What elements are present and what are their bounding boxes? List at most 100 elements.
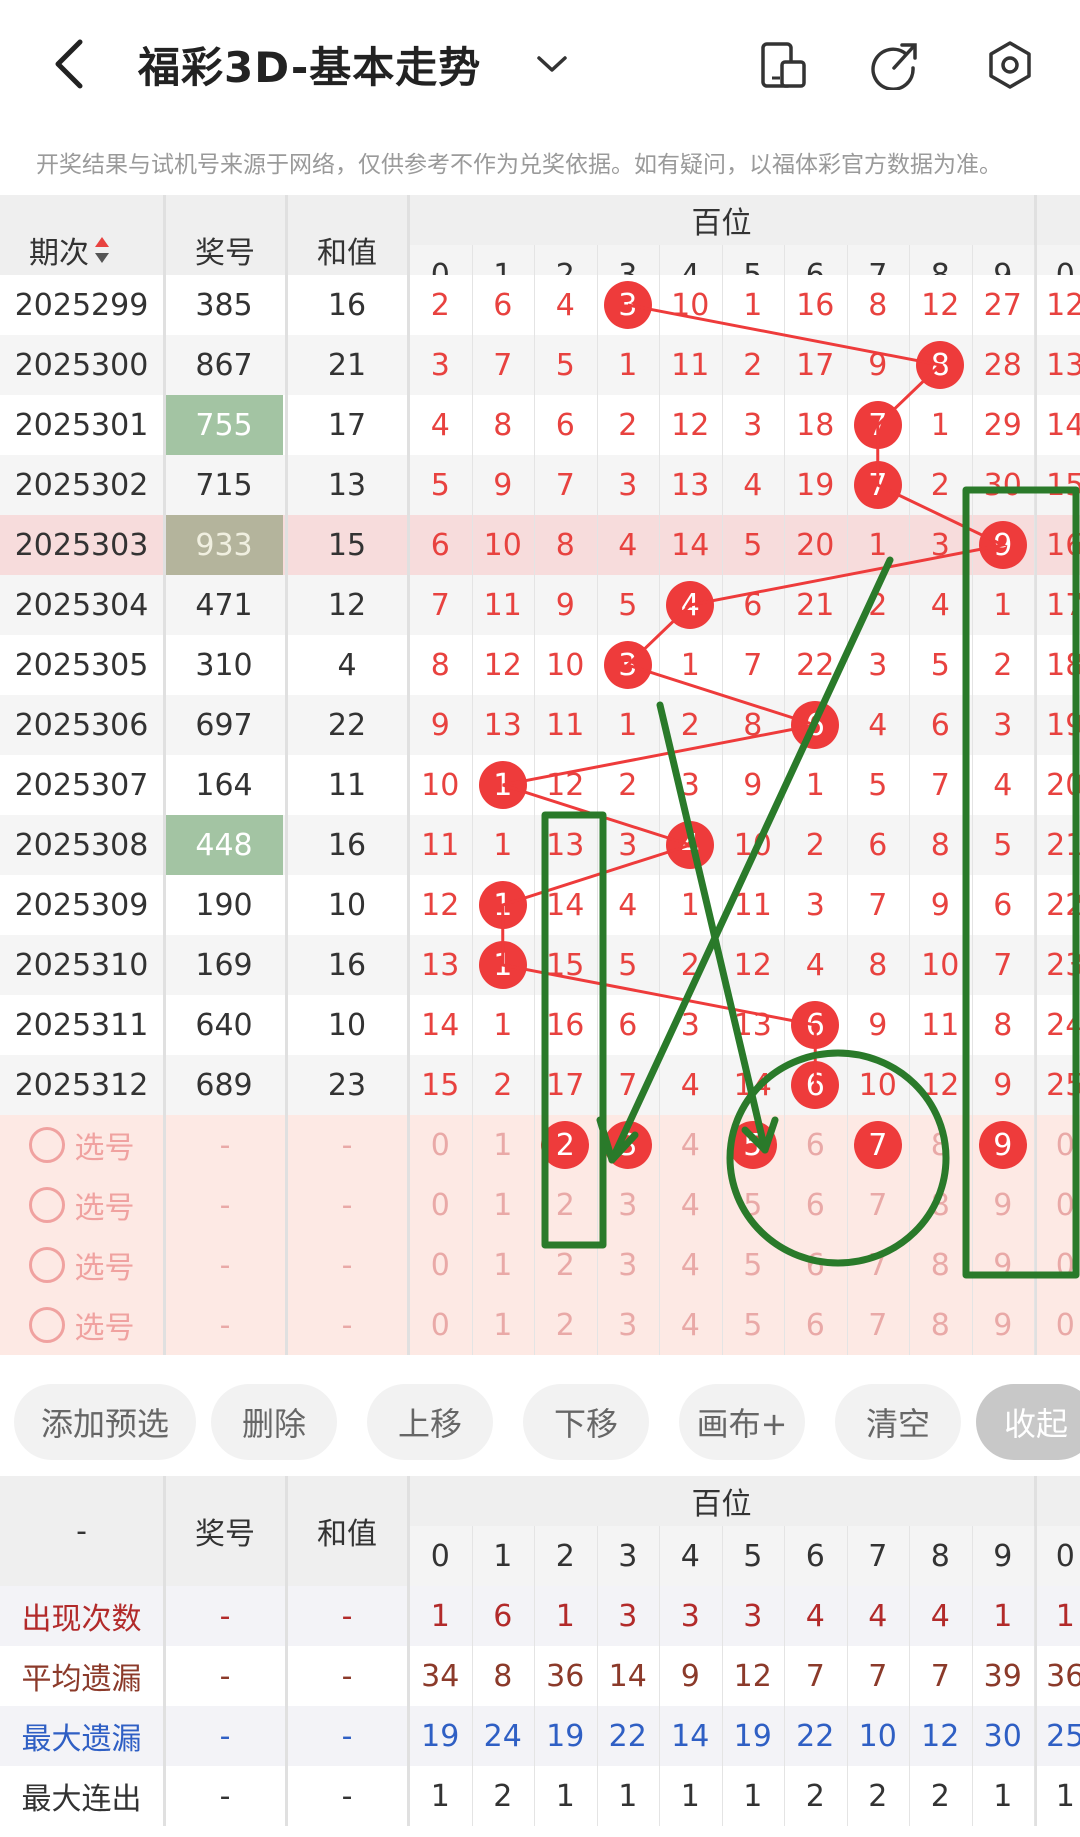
stats-value-cell: 12 <box>733 1658 772 1694</box>
pick-digit[interactable]: 1 <box>472 1115 535 1175</box>
pick-digit[interactable]: 5 <box>722 1295 785 1355</box>
pick-digit[interactable]: 0 <box>409 1175 472 1235</box>
pick-digit[interactable]: 4 <box>659 1295 722 1355</box>
sum-cell: 22 <box>327 707 367 743</box>
pick-digit[interactable]: 0 <box>1034 1115 1080 1175</box>
trend-table[interactable]: 期次奖号和值百位01234567890202529938516264310116… <box>0 195 1080 1368</box>
pick-digit[interactable]: 9 <box>972 1295 1035 1355</box>
sort-icon[interactable] <box>93 235 111 265</box>
divider <box>596 245 598 1355</box>
issue-cell: 2025305 <box>14 647 149 683</box>
action-button-0[interactable]: 添加预选 <box>14 1384 196 1460</box>
pick-digit[interactable]: 4 <box>659 1175 722 1235</box>
selected-digit-ball[interactable]: 2 <box>541 1121 590 1169</box>
pick-digit[interactable]: 8 <box>909 1295 972 1355</box>
action-button-3[interactable]: 下移 <box>523 1384 649 1460</box>
action-button-5[interactable]: 清空 <box>835 1384 961 1460</box>
pick-row-label[interactable]: 选号 <box>0 1295 163 1355</box>
action-button-1[interactable]: 删除 <box>211 1384 337 1460</box>
hit-ball: 8 <box>916 341 965 389</box>
pick-digit[interactable]: 5 <box>722 1175 785 1235</box>
pick-digit[interactable]: 4 <box>659 1115 722 1175</box>
radio-circle-icon[interactable] <box>28 1127 65 1163</box>
miss-cell: 19 <box>796 467 835 503</box>
pick-row-label[interactable]: 选号 <box>0 1175 163 1235</box>
pick-row-label[interactable]: 选号 <box>0 1235 163 1295</box>
pick-digit[interactable]: 0 <box>409 1235 472 1295</box>
pick-digit[interactable]: 2 <box>534 1295 597 1355</box>
pick-digit[interactable]: 7 <box>847 1295 910 1355</box>
pick-digit[interactable]: 0 <box>409 1115 472 1175</box>
pick-digit[interactable]: 3 <box>597 1175 660 1235</box>
pick-digit[interactable]: 2 <box>534 1175 597 1235</box>
pick-digit[interactable]: 0 <box>1034 1175 1080 1235</box>
pick-number-cell: - <box>219 1307 231 1343</box>
selected-digit-ball[interactable]: 7 <box>853 1121 902 1169</box>
pick-digit[interactable]: 8 <box>909 1235 972 1295</box>
pick-digit[interactable]: 3 <box>597 1235 660 1295</box>
miss-cell: 1 <box>680 887 700 923</box>
pick-digit[interactable]: 0 <box>1034 1295 1080 1355</box>
pick-digit[interactable]: 1 <box>472 1235 535 1295</box>
stats-value-cell: 1 <box>993 1598 1013 1634</box>
selected-digit-ball[interactable]: 3 <box>603 1121 652 1169</box>
issue-cell: 2025303 <box>14 527 149 563</box>
screen-rotate-icon[interactable] <box>758 40 808 90</box>
pick-digit[interactable]: 9 <box>972 1175 1035 1235</box>
miss-cell: 12 <box>733 947 772 983</box>
miss-cell: 13 <box>546 827 585 863</box>
sum-cell: 23 <box>327 1067 367 1103</box>
miss-cell: 4 <box>618 887 638 923</box>
pick-digit[interactable]: 1 <box>472 1295 535 1355</box>
stats-digit-header-9: 9 <box>993 1538 1013 1574</box>
sum-cell: 21 <box>327 347 367 383</box>
miss-cell: 9 <box>555 587 575 623</box>
settings-icon[interactable] <box>985 40 1035 90</box>
pick-digit[interactable]: 2 <box>534 1235 597 1295</box>
pick-digit[interactable]: 4 <box>659 1235 722 1295</box>
selected-digit-ball[interactable]: 9 <box>978 1121 1027 1169</box>
divider <box>1034 245 1035 1355</box>
miss-cell: 16 <box>546 1007 585 1043</box>
pick-digit[interactable]: 6 <box>784 1115 847 1175</box>
miss-cell: 2 <box>618 407 638 443</box>
pick-digit[interactable]: 6 <box>784 1295 847 1355</box>
miss-cell: 8 <box>743 707 763 743</box>
miss-cell: 10 <box>858 1067 897 1103</box>
radio-circle-icon[interactable] <box>28 1307 65 1343</box>
stats-digit-header-6: 6 <box>805 1538 825 1574</box>
miss-cell: 3 <box>868 647 888 683</box>
pick-digit[interactable]: 5 <box>722 1235 785 1295</box>
selected-digit-ball[interactable]: 5 <box>728 1121 777 1169</box>
radio-circle-icon[interactable] <box>28 1247 65 1283</box>
stats-group-header: 百位 <box>691 1487 752 1522</box>
pick-digit[interactable]: 8 <box>909 1175 972 1235</box>
pick-digit[interactable]: 7 <box>847 1235 910 1295</box>
chevron-down-icon[interactable] <box>535 50 569 78</box>
stats-value-cell: 7 <box>805 1658 825 1694</box>
pick-digit[interactable]: 9 <box>972 1235 1035 1295</box>
miss-cell: 27 <box>983 287 1022 323</box>
miss-cell: 10 <box>733 827 772 863</box>
action-button-4[interactable]: 画布+ <box>679 1384 805 1460</box>
miss-cell: 9 <box>493 467 513 503</box>
pick-digit[interactable]: 3 <box>597 1295 660 1355</box>
miss-cell: 16 <box>796 287 835 323</box>
action-button-2[interactable]: 上移 <box>367 1384 493 1460</box>
miss-cell: 1 <box>930 407 950 443</box>
sum-cell: 4 <box>337 647 357 683</box>
pick-digit[interactable]: 8 <box>909 1115 972 1175</box>
pick-digit[interactable]: 7 <box>847 1175 910 1235</box>
number-cell: 715 <box>195 467 253 503</box>
pick-row-label[interactable]: 选号 <box>0 1115 163 1175</box>
share-icon[interactable] <box>870 40 920 90</box>
pick-digit[interactable]: 1 <box>472 1175 535 1235</box>
radio-circle-icon[interactable] <box>28 1187 65 1223</box>
pick-digit[interactable]: 6 <box>784 1175 847 1235</box>
pick-digit[interactable]: 6 <box>784 1235 847 1295</box>
back-arrow-icon[interactable] <box>50 38 90 90</box>
pick-digit[interactable]: 0 <box>409 1295 472 1355</box>
action-button-6[interactable]: 收起 <box>976 1384 1080 1460</box>
pick-digit[interactable]: 0 <box>1034 1235 1080 1295</box>
stats-sum-header: 和值 <box>317 1517 377 1552</box>
